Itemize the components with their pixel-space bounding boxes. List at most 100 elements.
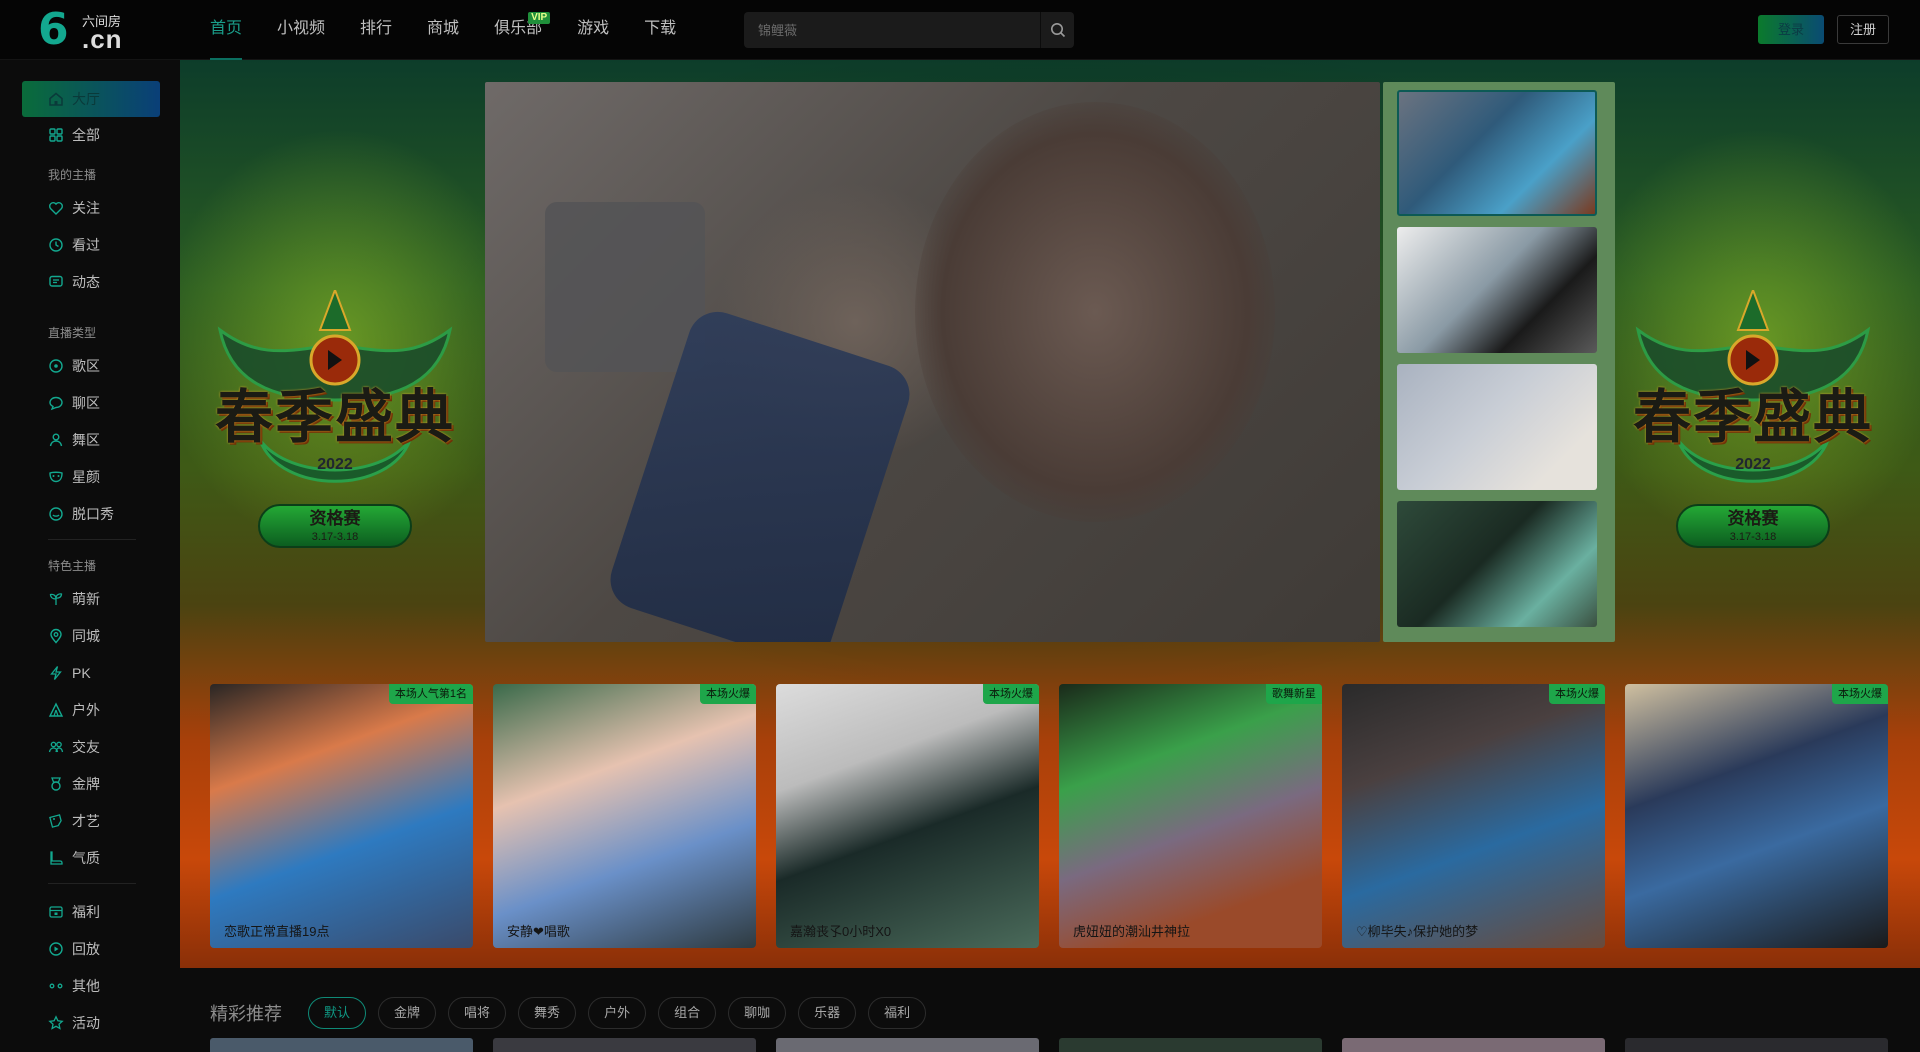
- sidebar-item-all[interactable]: 全部: [22, 117, 160, 153]
- sidebar-item-talent[interactable]: 才艺: [22, 803, 160, 839]
- sidebar-divider: [48, 539, 136, 540]
- filter-chip-outdoor[interactable]: 户外: [588, 997, 647, 1029]
- sidebar-item-label: 脱口秀: [72, 506, 114, 522]
- search-button[interactable]: [1041, 12, 1074, 48]
- sidebar-item-label: 萌新: [72, 591, 100, 607]
- event-dates: 3.17-3.18: [1729, 531, 1777, 543]
- sidebar-item-local[interactable]: 同城: [22, 618, 160, 654]
- live-card[interactable]: 本场火爆: [1625, 684, 1888, 948]
- live-card[interactable]: 本场火爆 嘉瀚丧孓0小时X0: [776, 684, 1039, 948]
- person-icon: [49, 433, 63, 447]
- filter-chip-group[interactable]: 组合: [658, 997, 717, 1029]
- event-badge-pill: 资格赛 3.17-3.18: [258, 504, 412, 548]
- filter-chip-chat[interactable]: 聊咖: [728, 997, 787, 1029]
- sidebar-item-follow[interactable]: 关注: [22, 190, 160, 226]
- recommend-thumbnail[interactable]: [210, 1038, 473, 1052]
- sidebar-item-label: 大厅: [72, 91, 100, 107]
- sidebar-item-other[interactable]: 其他: [22, 968, 160, 1004]
- event-emblem-left[interactable]: 春季盛典 2022 资格赛 3.17-3.18: [200, 290, 470, 570]
- grid-icon: [49, 128, 63, 142]
- recommend-thumbnail[interactable]: [1342, 1038, 1605, 1052]
- live-video-player[interactable]: [485, 82, 1380, 642]
- sidebar-item-pk[interactable]: PK: [22, 655, 160, 691]
- live-card[interactable]: 歌舞新星 虎妞妞的潮汕井神拉: [1059, 684, 1322, 948]
- nav-download-label: 下载: [644, 20, 677, 37]
- sidebar-item-temperament[interactable]: 气质: [22, 840, 160, 876]
- login-button[interactable]: 登录: [1758, 15, 1824, 44]
- nav-home[interactable]: 首页: [210, 0, 243, 60]
- sidebar-item-gold[interactable]: 金牌: [22, 766, 160, 802]
- nav-short-video[interactable]: 小视频: [277, 0, 325, 60]
- sidebar-item-outdoor[interactable]: 户外: [22, 692, 160, 728]
- sidebar-item-label: 金牌: [72, 776, 100, 792]
- event-dates: 3.17-3.18: [311, 531, 359, 543]
- recommend-thumbnail[interactable]: [1059, 1038, 1322, 1052]
- star-icon: [48, 1015, 64, 1030]
- live-card[interactable]: 本场人气第1名 恋歌正常直播19点: [210, 684, 473, 948]
- nav-club[interactable]: 俱乐部 VIP: [494, 0, 551, 60]
- boot-icon: [50, 851, 63, 865]
- register-button[interactable]: 注册: [1837, 15, 1889, 44]
- sidebar-item-hall[interactable]: 大厅: [22, 81, 160, 117]
- sidebar-item-label: 户外: [72, 702, 100, 718]
- live-card[interactable]: 本场火爆 ♡柳毕失♪保护她的梦: [1342, 684, 1605, 948]
- nav-games[interactable]: 游戏: [577, 0, 609, 60]
- site-logo[interactable]: 6 六间房 .cn: [38, 4, 138, 55]
- sidebar-item-newbie[interactable]: 萌新: [22, 581, 160, 617]
- sidebar-item-singing[interactable]: 歌区: [22, 348, 160, 384]
- music-disc-icon: [49, 359, 63, 373]
- search-input[interactable]: [744, 12, 1040, 48]
- logo-domain: .cn: [82, 24, 123, 54]
- sidebar-item-social[interactable]: 交友: [22, 729, 160, 765]
- filter-chip-welfare[interactable]: 福利: [868, 997, 927, 1029]
- nav-shop[interactable]: 商城: [427, 0, 459, 60]
- chat-bubble-icon: [49, 396, 63, 411]
- recommend-thumbnail[interactable]: [776, 1038, 1039, 1052]
- sidebar-item-talkshow[interactable]: 脱口秀: [22, 496, 160, 532]
- live-card[interactable]: 本场火爆 安静❤唱歌: [493, 684, 756, 948]
- recommend-thumbnail[interactable]: [493, 1038, 756, 1052]
- filter-chip-instrument[interactable]: 乐器: [798, 997, 857, 1029]
- sidebar-item-label: 星颜: [72, 469, 100, 485]
- filter-chip-default[interactable]: 默认: [308, 997, 367, 1029]
- featured-thumbnail[interactable]: [1397, 364, 1597, 490]
- live-card-tag: 本场火爆: [1549, 684, 1605, 704]
- event-badge-label: 资格赛: [1727, 509, 1779, 528]
- logo-six-glyph: 6: [38, 4, 69, 55]
- filter-chip-dance[interactable]: 舞秀: [518, 997, 577, 1029]
- event-year: 2022: [317, 456, 353, 473]
- sidebar-item-label: 舞区: [72, 432, 100, 448]
- nav-ranking[interactable]: 排行: [360, 0, 392, 60]
- live-card-tag: 本场火爆: [983, 684, 1039, 704]
- nav-download[interactable]: 下载: [644, 0, 676, 60]
- sidebar-item-beauty[interactable]: 星颜: [22, 459, 160, 495]
- filter-chip-singer[interactable]: 唱将: [448, 997, 507, 1029]
- sidebar-item-history[interactable]: 看过: [22, 227, 160, 263]
- featured-thumbnail[interactable]: [1397, 90, 1597, 216]
- sidebar-item-feed[interactable]: 动态: [22, 264, 160, 300]
- live-card-caption: 虎妞妞的潮汕井神拉: [1073, 924, 1191, 939]
- filter-chip-gold[interactable]: 金牌: [378, 997, 437, 1029]
- event-title: 春季盛典: [1632, 383, 1873, 451]
- main-nav: 首页 小视频 排行 商城 俱乐部 VIP 游戏 下载: [210, 0, 711, 60]
- medal-icon: [51, 777, 61, 791]
- sidebar-item-replay[interactable]: 回放: [22, 931, 160, 967]
- sidebar-item-label: 同城: [72, 628, 100, 644]
- event-emblem-right[interactable]: 春季盛典 2022 资格赛 3.17-3.18: [1618, 290, 1888, 570]
- live-card-tag: 本场人气第1名: [388, 684, 473, 704]
- sidebar-item-events[interactable]: 活动: [22, 1005, 160, 1041]
- sidebar-item-label: 其他: [72, 978, 100, 994]
- sidebar-divider: [48, 883, 136, 884]
- featured-thumbnail[interactable]: [1397, 227, 1597, 353]
- live-card-tag: 本场火爆: [1832, 684, 1888, 704]
- featured-thumbnail[interactable]: [1397, 501, 1597, 627]
- recommend-thumbnail[interactable]: [1625, 1038, 1888, 1052]
- sidebar-item-label: 全部: [72, 127, 100, 143]
- sidebar-item-welfare[interactable]: 福利: [22, 894, 160, 930]
- heart-icon: [49, 202, 63, 215]
- sidebar-item-label: 活动: [72, 1015, 100, 1031]
- tent-icon: [48, 702, 64, 717]
- sidebar-item-dance[interactable]: 舞区: [22, 422, 160, 458]
- recommend-thumbnail-row: [210, 1038, 1920, 1052]
- sidebar-item-chat[interactable]: 聊区: [22, 385, 160, 421]
